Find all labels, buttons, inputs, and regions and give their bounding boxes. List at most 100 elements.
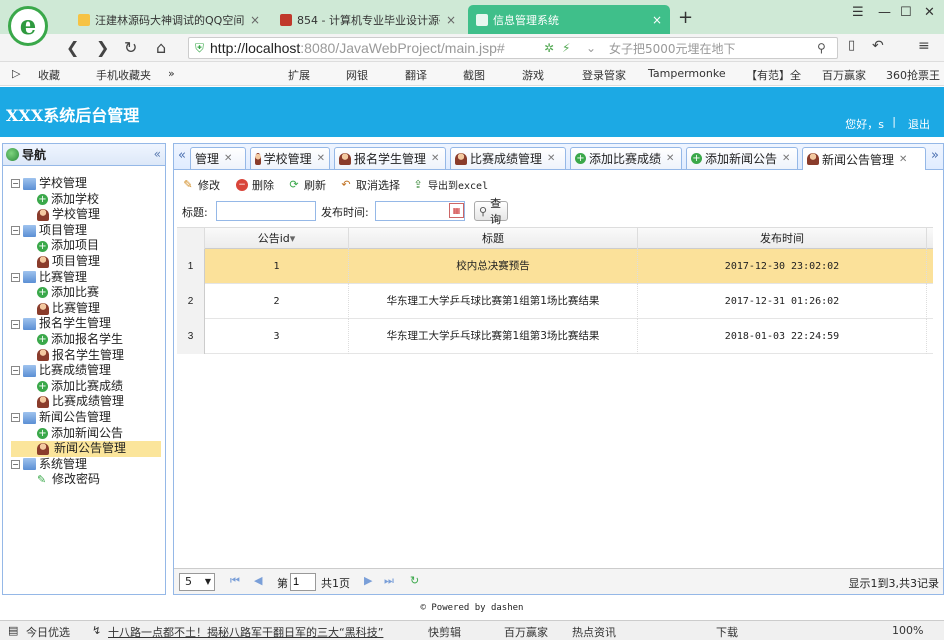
bookmark-games[interactable]: 游戏 [522, 67, 544, 83]
panel-tab[interactable]: + 添加比赛成绩 ✕ [570, 147, 682, 169]
column-header-title[interactable]: 标题 [349, 228, 638, 250]
collapse-toggle-icon[interactable]: − [11, 459, 20, 469]
column-header-id[interactable]: 公告id▾ [205, 228, 349, 250]
close-icon[interactable]: ✕ [782, 153, 790, 164]
tree-item[interactable]: + 添加比赛 [3, 285, 165, 301]
browser-tab-source[interactable]: 854 - 计算机专业毕业设计源码 × [272, 5, 464, 34]
close-icon[interactable]: × [652, 13, 662, 27]
undo-icon[interactable]: ↶ [872, 38, 884, 54]
tree-item[interactable]: 报名学生管理 [3, 348, 165, 364]
tree-item[interactable]: 项目管理 [3, 254, 165, 270]
collapse-toggle-icon[interactable]: − [11, 272, 20, 282]
tree-item[interactable]: ✎ 修改密码 [3, 472, 165, 488]
close-icon[interactable]: ✕ [317, 153, 325, 164]
chevron-right-icon[interactable]: » [168, 67, 175, 80]
collapse-toggle-icon[interactable]: − [11, 366, 20, 376]
close-icon[interactable]: × [446, 13, 456, 27]
panel-tab[interactable]: 管理 ✕ [190, 147, 246, 169]
panel-tab[interactable]: 比赛成绩管理 ✕ [450, 147, 566, 169]
menu-icon[interactable]: ☰ [852, 5, 864, 20]
logout-link[interactable]: 退出 [908, 116, 930, 132]
tree-group[interactable]: − 报名学生管理 [3, 316, 165, 332]
tree-item[interactable]: 新闻公告管理 [11, 441, 161, 457]
refresh-icon[interactable]: ↻ [410, 574, 419, 587]
search-hint[interactable]: 女子把5000元埋在地下 [609, 40, 736, 57]
bookmark-tickets[interactable]: 360抢票王 [886, 67, 940, 83]
collapse-toggle-icon[interactable]: − [11, 179, 20, 189]
bookmark-bank[interactable]: 网银 [346, 67, 368, 83]
settings-icon[interactable]: ✲ [544, 41, 554, 55]
tree-item[interactable]: 比赛管理 [3, 301, 165, 317]
bookmark-favorites[interactable]: 收藏 [38, 67, 60, 83]
tree-group[interactable]: − 学校管理 [3, 176, 165, 192]
bookmark-tampermonkey[interactable]: Tampermonke [648, 67, 726, 80]
url-input[interactable]: ⛨ http://localhost:8080/JavaWebProject/m… [188, 37, 838, 59]
panel-tab[interactable]: + 添加新闻公告 ✕ [686, 147, 798, 169]
close-icon[interactable]: ✕ [547, 153, 555, 164]
bookmark-mobile[interactable]: 手机收藏夹 [96, 67, 151, 83]
tree-item[interactable]: 学校管理 [3, 207, 165, 223]
title-input[interactable] [216, 201, 316, 221]
tree-group[interactable]: − 比赛管理 [3, 270, 165, 286]
browser-tab-active[interactable]: 信息管理系统 × [468, 5, 670, 34]
tree-group[interactable]: − 项目管理 [3, 223, 165, 239]
panel-tab[interactable]: 新闻公告管理 ✕ [802, 147, 926, 170]
chevron-down-icon[interactable]: ⌄ [586, 41, 596, 55]
close-icon[interactable]: × [250, 13, 260, 27]
browser-tab-qq[interactable]: 汪建林源码大神调试的QQ空间 × [70, 5, 268, 34]
table-row[interactable]: 3 3 华东理工大学乒乓球比赛第1组第3场比赛结果 2018-01-03 22:24:… [177, 319, 933, 354]
minimize-icon[interactable]: — [878, 5, 891, 20]
next-page-icon[interactable]: ▶ [364, 574, 372, 587]
collapse-toggle-icon[interactable]: − [11, 413, 20, 423]
status-news[interactable]: 十八路一点都不土！揭秘八路军干翻日军的三大“黑科技” [108, 624, 383, 640]
refresh-button[interactable]: ⟳ 刷新 [288, 177, 326, 193]
page-size-select[interactable]: 5 ▼ [179, 573, 215, 591]
lightning-icon[interactable]: ⚡ [562, 41, 570, 55]
status-today[interactable]: 今日优选 [26, 624, 70, 640]
tree-group[interactable]: − 系统管理 [3, 457, 165, 473]
collapse-icon[interactable]: « [154, 147, 161, 161]
collapse-toggle-icon[interactable]: − [11, 226, 20, 236]
column-header-time[interactable]: 发布时间 [638, 228, 927, 250]
tree-item[interactable]: + 添加比赛成绩 [3, 379, 165, 395]
forward-icon[interactable]: ❯ [96, 38, 109, 57]
close-icon[interactable]: ✕ [666, 153, 674, 164]
status-zoom[interactable]: 100% [892, 624, 923, 637]
query-button[interactable]: ⚲ 查询 [474, 197, 509, 226]
close-window-icon[interactable]: ✕ [924, 5, 935, 20]
edit-button[interactable]: ✎ 修改 [182, 177, 220, 193]
first-page-icon[interactable]: ⏮ [230, 574, 240, 588]
home-icon[interactable]: ⌂ [156, 38, 166, 57]
search-icon[interactable]: ⚲ [817, 41, 826, 55]
bookmark-screenshot[interactable]: 截图 [463, 67, 485, 83]
tree-item[interactable]: + 添加报名学生 [3, 332, 165, 348]
bookmark-winner[interactable]: 百万赢家 [822, 67, 866, 83]
status-download[interactable]: 下载 [716, 624, 738, 640]
close-icon[interactable]: ✕ [431, 153, 439, 164]
page-number-input[interactable] [290, 573, 316, 591]
bookmark-translate[interactable]: 翻译 [405, 67, 427, 83]
menu-icon[interactable]: ≡ [918, 38, 930, 54]
reload-icon[interactable]: ↻ [124, 38, 137, 57]
maximize-icon[interactable]: ☐ [900, 5, 912, 20]
bookmark-login[interactable]: 登录管家 [582, 67, 626, 83]
close-icon[interactable]: ✕ [224, 153, 232, 164]
tree-group[interactable]: − 新闻公告管理 [3, 410, 165, 426]
back-icon[interactable]: ❮ [66, 38, 79, 57]
last-page-icon[interactable]: ⏭ [384, 574, 394, 588]
new-tab-button[interactable]: + [678, 7, 693, 28]
bookmark-youfan[interactable]: 【有范】全 [746, 67, 801, 83]
status-clip[interactable]: 快剪辑 [428, 624, 461, 640]
phone-icon[interactable]: ▯ [848, 38, 855, 53]
tab-scroll-right-icon[interactable]: » [927, 144, 943, 169]
delete-button[interactable]: − 删除 [236, 177, 274, 193]
cancel-select-button[interactable]: ↶ 取消选择 [340, 177, 400, 193]
sidebar-toggle-icon[interactable]: ▷ [12, 67, 20, 80]
status-winner[interactable]: 百万赢家 [504, 624, 548, 640]
tab-scroll-left-icon[interactable]: « [174, 144, 190, 169]
panel-tab[interactable]: 学校管理 ✕ [250, 147, 330, 169]
collapse-toggle-icon[interactable]: − [11, 319, 20, 329]
tree-item[interactable]: + 添加项目 [3, 238, 165, 254]
tree-item[interactable]: + 添加学校 [3, 192, 165, 208]
export-excel-button[interactable]: ⇪ 导出到excel [412, 177, 488, 192]
